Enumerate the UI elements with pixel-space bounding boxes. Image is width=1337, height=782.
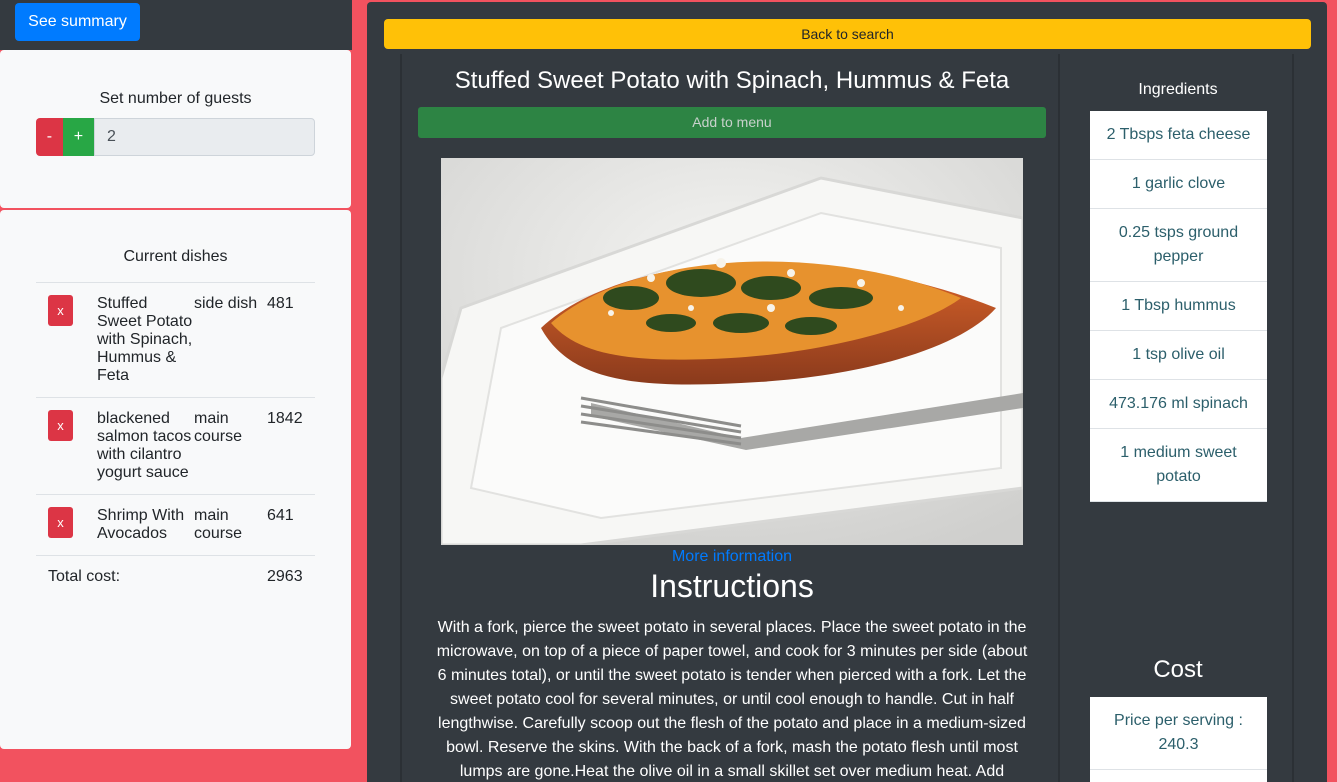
dish-info: Stuffed Sweet Potato with Spinach, Hummu… bbox=[400, 54, 1060, 782]
dish-title: Stuffed Sweet Potato with Spinach, Hummu… bbox=[454, 67, 1010, 94]
table-row: x Shrimp With Avocados main course 641 bbox=[36, 494, 315, 556]
ingredients-panel: Ingredients 2 Tbsps feta cheese 1 garlic… bbox=[1062, 54, 1294, 782]
dish-name: blackened salmon tacos with cilantro yog… bbox=[97, 397, 194, 495]
table-row: x Stuffed Sweet Potato with Spinach, Hum… bbox=[36, 282, 315, 398]
list-item: 1 Tbsp hummus bbox=[1090, 282, 1267, 331]
increase-guests-button[interactable]: + bbox=[62, 118, 94, 156]
instructions-text: With a fork, pierce the sweet potato in … bbox=[436, 619, 1028, 780]
see-summary-button[interactable]: See summary bbox=[15, 3, 140, 41]
dish-cost: 1842 bbox=[267, 397, 315, 495]
ingredients-heading: Ingredients bbox=[1138, 81, 1218, 98]
dish-type: main course bbox=[194, 494, 267, 556]
dishes-card: Current dishes x Stuffed Sweet Potato wi… bbox=[0, 210, 351, 749]
decrease-guests-button[interactable]: - bbox=[36, 118, 63, 156]
dish-cost: 481 bbox=[267, 282, 315, 398]
guests-input[interactable] bbox=[94, 118, 315, 156]
sweet-potato-photo bbox=[441, 158, 1023, 545]
remove-dish-button[interactable]: x bbox=[48, 295, 73, 326]
guests-stepper: - + bbox=[36, 118, 315, 156]
total-row: Total cost: 2963 bbox=[36, 555, 315, 598]
guests-title: Set number of guests bbox=[99, 90, 252, 107]
dish-cost: 641 bbox=[267, 494, 315, 556]
sidebar-header: See summary bbox=[0, 0, 352, 50]
add-to-menu-button[interactable]: Add to menu bbox=[418, 107, 1046, 138]
list-item: 1 garlic clove bbox=[1090, 160, 1267, 209]
instructions-heading: Instructions bbox=[650, 568, 814, 604]
dish-details-panel: Back to search Stuffed Sweet Potato with… bbox=[367, 2, 1327, 782]
list-item: 1 tsp olive oil bbox=[1090, 331, 1267, 380]
dish-type: side dish bbox=[194, 282, 267, 398]
dishes-title: Current dishes bbox=[123, 248, 228, 265]
list-item: 473.176 ml spinach bbox=[1090, 380, 1267, 429]
cost-box: Price per serving : 240.3 bbox=[1090, 697, 1267, 782]
list-item: 2 Tbsps feta cheese bbox=[1090, 111, 1267, 160]
dish-name: Stuffed Sweet Potato with Spinach, Hummu… bbox=[97, 282, 194, 398]
remove-dish-button[interactable]: x bbox=[48, 410, 73, 441]
dish-type: main course bbox=[194, 397, 267, 495]
remove-dish-button[interactable]: x bbox=[48, 507, 73, 538]
price-per-serving: Price per serving : 240.3 bbox=[1090, 697, 1267, 770]
total-label: Total cost: bbox=[36, 555, 267, 598]
more-information-link[interactable]: More information bbox=[402, 548, 1062, 566]
total-value: 2963 bbox=[267, 555, 315, 598]
back-to-search-button[interactable]: Back to search bbox=[384, 19, 1311, 49]
table-row: x blackened salmon tacos with cilantro y… bbox=[36, 397, 315, 495]
list-item: 1 medium sweet potato bbox=[1090, 429, 1267, 502]
dish-name: Shrimp With Avocados bbox=[97, 494, 194, 556]
dish-image bbox=[441, 158, 1023, 545]
dishes-table: x Stuffed Sweet Potato with Spinach, Hum… bbox=[36, 282, 315, 598]
guests-card: Set number of guests - + bbox=[0, 50, 351, 208]
ingredients-list: 2 Tbsps feta cheese 1 garlic clove 0.25 … bbox=[1090, 111, 1267, 502]
list-item: 0.25 tsps ground pepper bbox=[1090, 209, 1267, 282]
cost-heading: Cost bbox=[1153, 656, 1203, 683]
